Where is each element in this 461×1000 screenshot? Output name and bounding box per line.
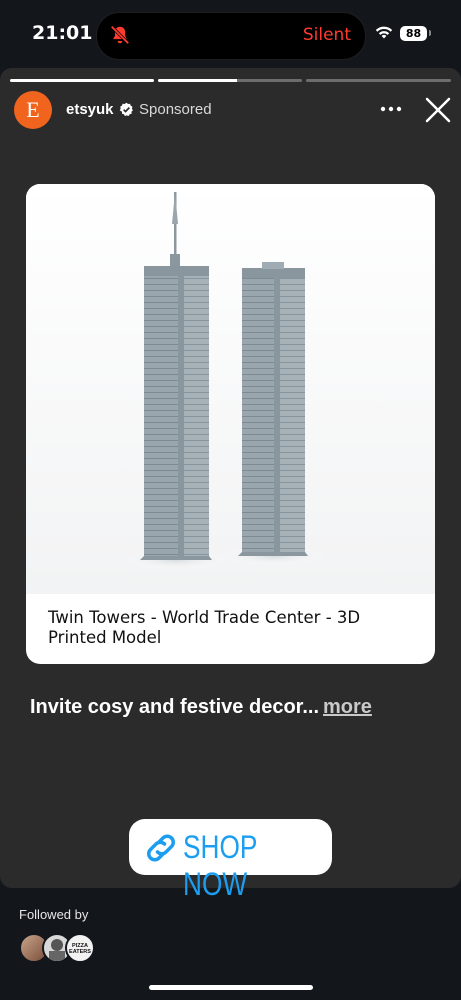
caption-more-link[interactable]: more: [323, 696, 372, 718]
link-icon: [147, 834, 175, 862]
caption-text: Invite cosy and festive decor...: [30, 696, 320, 718]
story-progress-2: [158, 79, 302, 82]
verified-badge-icon: [119, 102, 133, 116]
shop-now-label: SHOP NOW: [183, 829, 257, 902]
clock-time: 21:01: [32, 22, 93, 44]
bell-slash-icon: [110, 25, 130, 45]
shop-now-button[interactable]: SHOP NOW: [129, 819, 332, 902]
product-image[interactable]: [26, 184, 435, 594]
story-progress-3: [306, 79, 451, 82]
close-icon[interactable]: [424, 96, 452, 124]
followed-by-label: Followed by: [19, 907, 89, 922]
wifi-icon: [375, 26, 393, 39]
battery-icon: 88: [400, 26, 427, 41]
more-options-icon[interactable]: [378, 100, 404, 118]
silent-mode-label: Silent: [302, 25, 351, 45]
follower-avatar-3[interactable]: PIZZA EATERS: [65, 933, 95, 963]
sponsored-label: Sponsored: [139, 101, 212, 118]
battery-nub: [429, 30, 431, 36]
ad-caption[interactable]: Invite cosy and festive decor... more: [30, 696, 372, 719]
home-indicator[interactable]: [149, 985, 313, 990]
account-avatar[interactable]: E: [14, 91, 52, 129]
dynamic-island: Silent: [96, 12, 366, 60]
pizza-eaters-logo-text: PIZZA EATERS: [67, 943, 93, 955]
account-username[interactable]: etsyuk: [66, 101, 114, 118]
product-card[interactable]: Twin Towers - World Trade Center - 3D Pr…: [26, 184, 435, 664]
story-viewer[interactable]: E etsyuk Sponsored Twin Towers - World T…: [0, 68, 461, 902]
product-title[interactable]: Twin Towers - World Trade Center - 3D Pr…: [48, 608, 408, 648]
story-progress-1: [10, 79, 154, 82]
eaters-text: EATERS: [69, 949, 91, 955]
status-bar: 21:01 Silent 88: [0, 0, 461, 68]
